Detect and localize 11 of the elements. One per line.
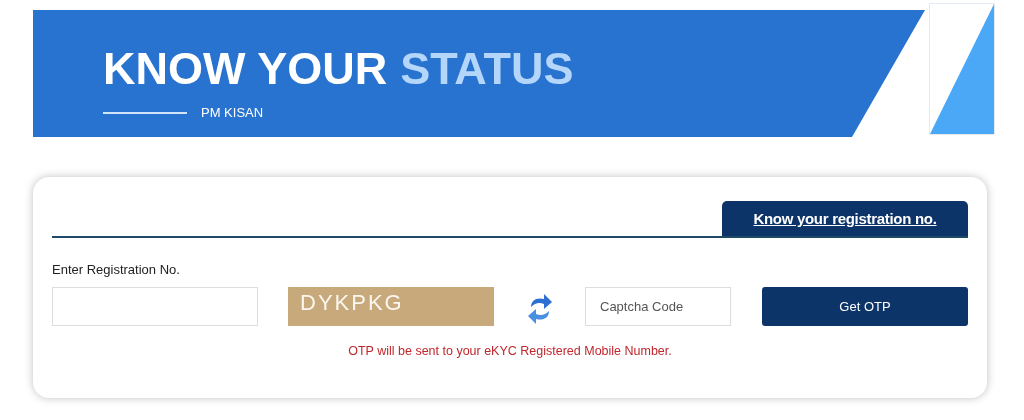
get-otp-button[interactable]: Get OTP	[762, 287, 968, 326]
otp-notice: OTP will be sent to your eKYC Registered Mobile Number.	[347, 344, 673, 358]
title-text: KNOW YOUR	[103, 43, 388, 95]
field-label: Enter Registration No.	[52, 262, 181, 277]
registration-field[interactable]	[52, 287, 258, 326]
registration-lookup-link[interactable]: Know your registration no.	[722, 201, 968, 236]
captcha-field[interactable]: Captcha Code	[585, 287, 731, 326]
subtitle: PM KISAN	[201, 105, 264, 120]
captcha-image: DYKPKG	[288, 287, 494, 326]
title-text: STATUS	[400, 43, 574, 95]
refresh-icon[interactable]	[526, 292, 553, 325]
